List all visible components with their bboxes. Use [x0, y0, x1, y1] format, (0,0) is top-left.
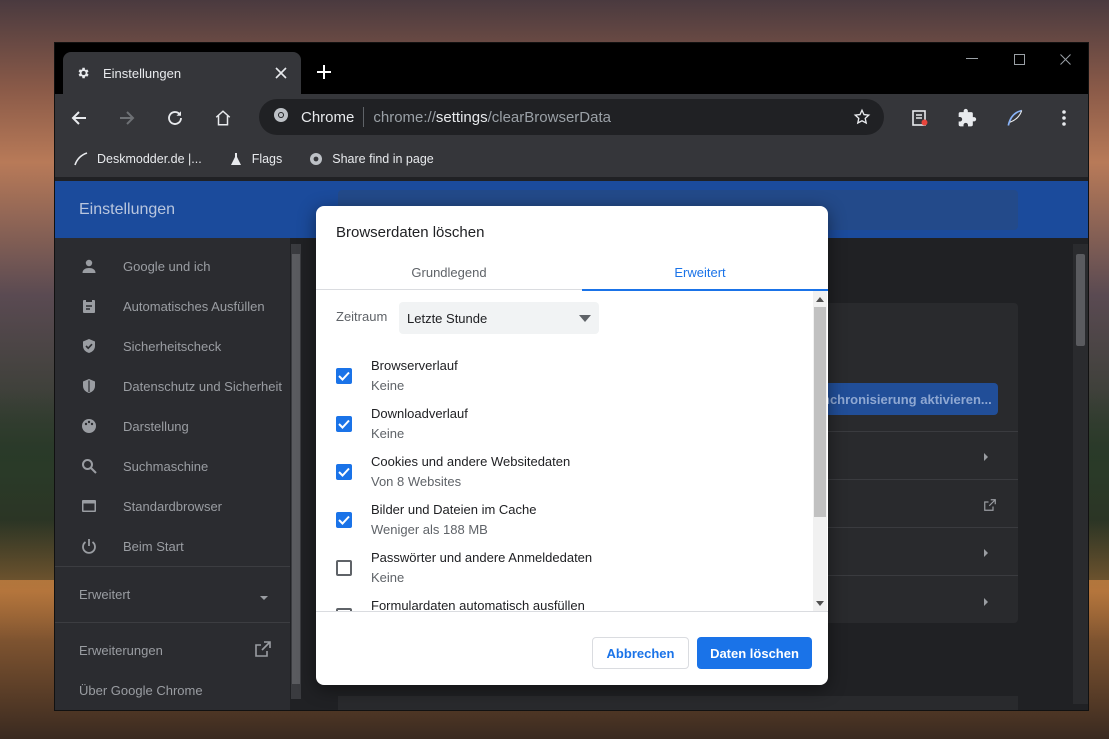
option-autofill: Formulardaten automatisch ausfüllen: [336, 598, 806, 611]
close-window-icon[interactable]: [1050, 49, 1080, 69]
address-bar[interactable]: Chrome chrome://settings/clearBrowserDat…: [259, 99, 884, 135]
chrome-logo-icon: [273, 107, 289, 128]
feather-icon: [73, 151, 89, 167]
clear-browsing-data-dialog: Browserdaten löschen Grundlegend Erweite…: [316, 206, 828, 685]
cancel-button[interactable]: Abbrechen: [592, 637, 689, 669]
toolbar: Chrome chrome://settings/clearBrowserDat…: [55, 94, 1088, 141]
sync-button[interactable]: nchronisierung aktivieren...: [816, 383, 998, 415]
checkbox-passwords[interactable]: [336, 560, 352, 576]
sidebar-item-autofill[interactable]: Automatisches Ausfüllen: [79, 294, 265, 318]
bookmarks-bar: Deskmodder.de |... Flags Share find in p…: [55, 141, 1088, 177]
scrollbar-thumb[interactable]: [292, 254, 300, 684]
clear-data-button[interactable]: Daten löschen: [697, 637, 812, 669]
checkbox-cache[interactable]: [336, 512, 352, 528]
settings-title: Einstellungen: [79, 201, 176, 218]
option-passwords: Passwörter und andere Anmeldedaten Keine: [336, 550, 806, 592]
omnibox-site: Chrome: [301, 108, 355, 126]
omnibox-divider: [363, 107, 365, 127]
checkbox-browsing-history[interactable]: [336, 368, 352, 384]
time-range-select[interactable]: Letzte Stunde: [399, 302, 599, 334]
page-scrollbar[interactable]: [1073, 244, 1088, 704]
settings-sidebar: Google und ich Automatisches Ausfüllen S…: [55, 238, 290, 710]
sidebar-item-advanced[interactable]: Erweitert: [79, 582, 269, 606]
sidebar-item-on-startup[interactable]: Beim Start: [79, 534, 184, 558]
open-in-new-icon: [255, 641, 271, 660]
checkbox-autofill[interactable]: [336, 608, 352, 611]
sidebar-divider: [55, 622, 290, 623]
tab-advanced[interactable]: Erweitert: [572, 254, 828, 291]
option-download-history: Downloadverlauf Keine: [336, 406, 806, 448]
settings-card-bottom: [338, 696, 1018, 710]
person-icon: [79, 256, 99, 276]
search-icon: [79, 456, 99, 476]
time-range-label: Zeitraum: [336, 309, 388, 324]
scrollbar-thumb[interactable]: [814, 307, 826, 517]
dropdown-caret-icon: [579, 312, 591, 324]
extensions-puzzle-icon[interactable]: [953, 104, 981, 132]
dialog-body: Zeitraum Letzte Stunde Browserverlauf Ke…: [316, 291, 828, 612]
scrollbar-thumb[interactable]: [1076, 254, 1085, 346]
dialog-tabs: Grundlegend Erweitert: [316, 254, 828, 291]
reload-icon[interactable]: [161, 104, 189, 132]
gear-icon: [75, 65, 91, 81]
clipboard-icon: [79, 296, 99, 316]
checkbox-cookies[interactable]: [336, 464, 352, 480]
omnibox-url[interactable]: chrome://settings/clearBrowserData: [373, 109, 611, 126]
browser-icon: [79, 496, 99, 516]
option-browsing-history: Browserverlauf Keine: [336, 358, 806, 400]
bookmark-flags[interactable]: Flags: [228, 151, 282, 167]
scroll-up-icon[interactable]: [816, 295, 824, 303]
chromium-icon: [308, 151, 324, 167]
bookmark-star-icon[interactable]: [852, 107, 872, 127]
power-icon: [79, 536, 99, 556]
maximize-icon[interactable]: [1004, 49, 1034, 69]
home-icon[interactable]: [209, 104, 237, 132]
forward-icon[interactable]: [113, 104, 141, 132]
back-icon[interactable]: [65, 104, 93, 132]
sidebar-item-safety-check[interactable]: Sicherheitscheck: [79, 334, 221, 358]
sidebar-item-about[interactable]: Über Google Chrome: [79, 678, 203, 702]
palette-icon: [79, 416, 99, 436]
sidebar-item-google[interactable]: Google und ich: [79, 254, 210, 278]
bookmark-deskmodder[interactable]: Deskmodder.de |...: [73, 151, 202, 167]
chevron-down-icon: [259, 589, 269, 604]
shield-check-icon: [79, 336, 99, 356]
chevron-right-icon[interactable]: [980, 596, 992, 608]
title-bar: Einstellungen: [55, 43, 1088, 101]
option-cache: Bilder und Dateien im Cache Weniger als …: [336, 502, 806, 544]
sidebar-divider: [55, 566, 290, 567]
checkbox-download-history[interactable]: [336, 416, 352, 432]
sidebar-item-appearance[interactable]: Darstellung: [79, 414, 189, 438]
profile-feather-icon[interactable]: [1001, 104, 1029, 132]
sidebar-item-search-engine[interactable]: Suchmaschine: [79, 454, 208, 478]
menu-kebab-icon[interactable]: [1050, 104, 1078, 132]
minimize-icon[interactable]: [957, 49, 987, 69]
chevron-right-icon[interactable]: [980, 547, 992, 559]
new-tab-icon[interactable]: [313, 61, 335, 83]
tab-title: Einstellungen: [103, 65, 182, 81]
chevron-right-icon[interactable]: [980, 451, 992, 463]
sidebar-item-extensions[interactable]: Erweiterungen: [79, 638, 271, 662]
flask-icon: [228, 151, 244, 167]
extension-reader-icon[interactable]: [906, 104, 934, 132]
dialog-title: Browserdaten löschen: [336, 224, 485, 241]
scroll-down-icon[interactable]: [816, 599, 824, 607]
sidebar-item-default-browser[interactable]: Standardbrowser: [79, 494, 222, 518]
option-cookies: Cookies und andere Websitedaten Von 8 We…: [336, 454, 806, 496]
bookmark-share-find[interactable]: Share find in page: [308, 151, 434, 167]
open-in-new-icon[interactable]: [984, 499, 996, 511]
sidebar-scrollbar[interactable]: [291, 244, 301, 699]
sidebar-item-privacy[interactable]: Datenschutz und Sicherheit: [79, 374, 282, 398]
tab-settings[interactable]: Einstellungen: [63, 52, 301, 94]
tab-basic[interactable]: Grundlegend: [321, 254, 577, 290]
shield-icon: [79, 376, 99, 396]
dialog-scrollbar[interactable]: [813, 291, 827, 611]
tab-close-icon[interactable]: [271, 63, 291, 83]
